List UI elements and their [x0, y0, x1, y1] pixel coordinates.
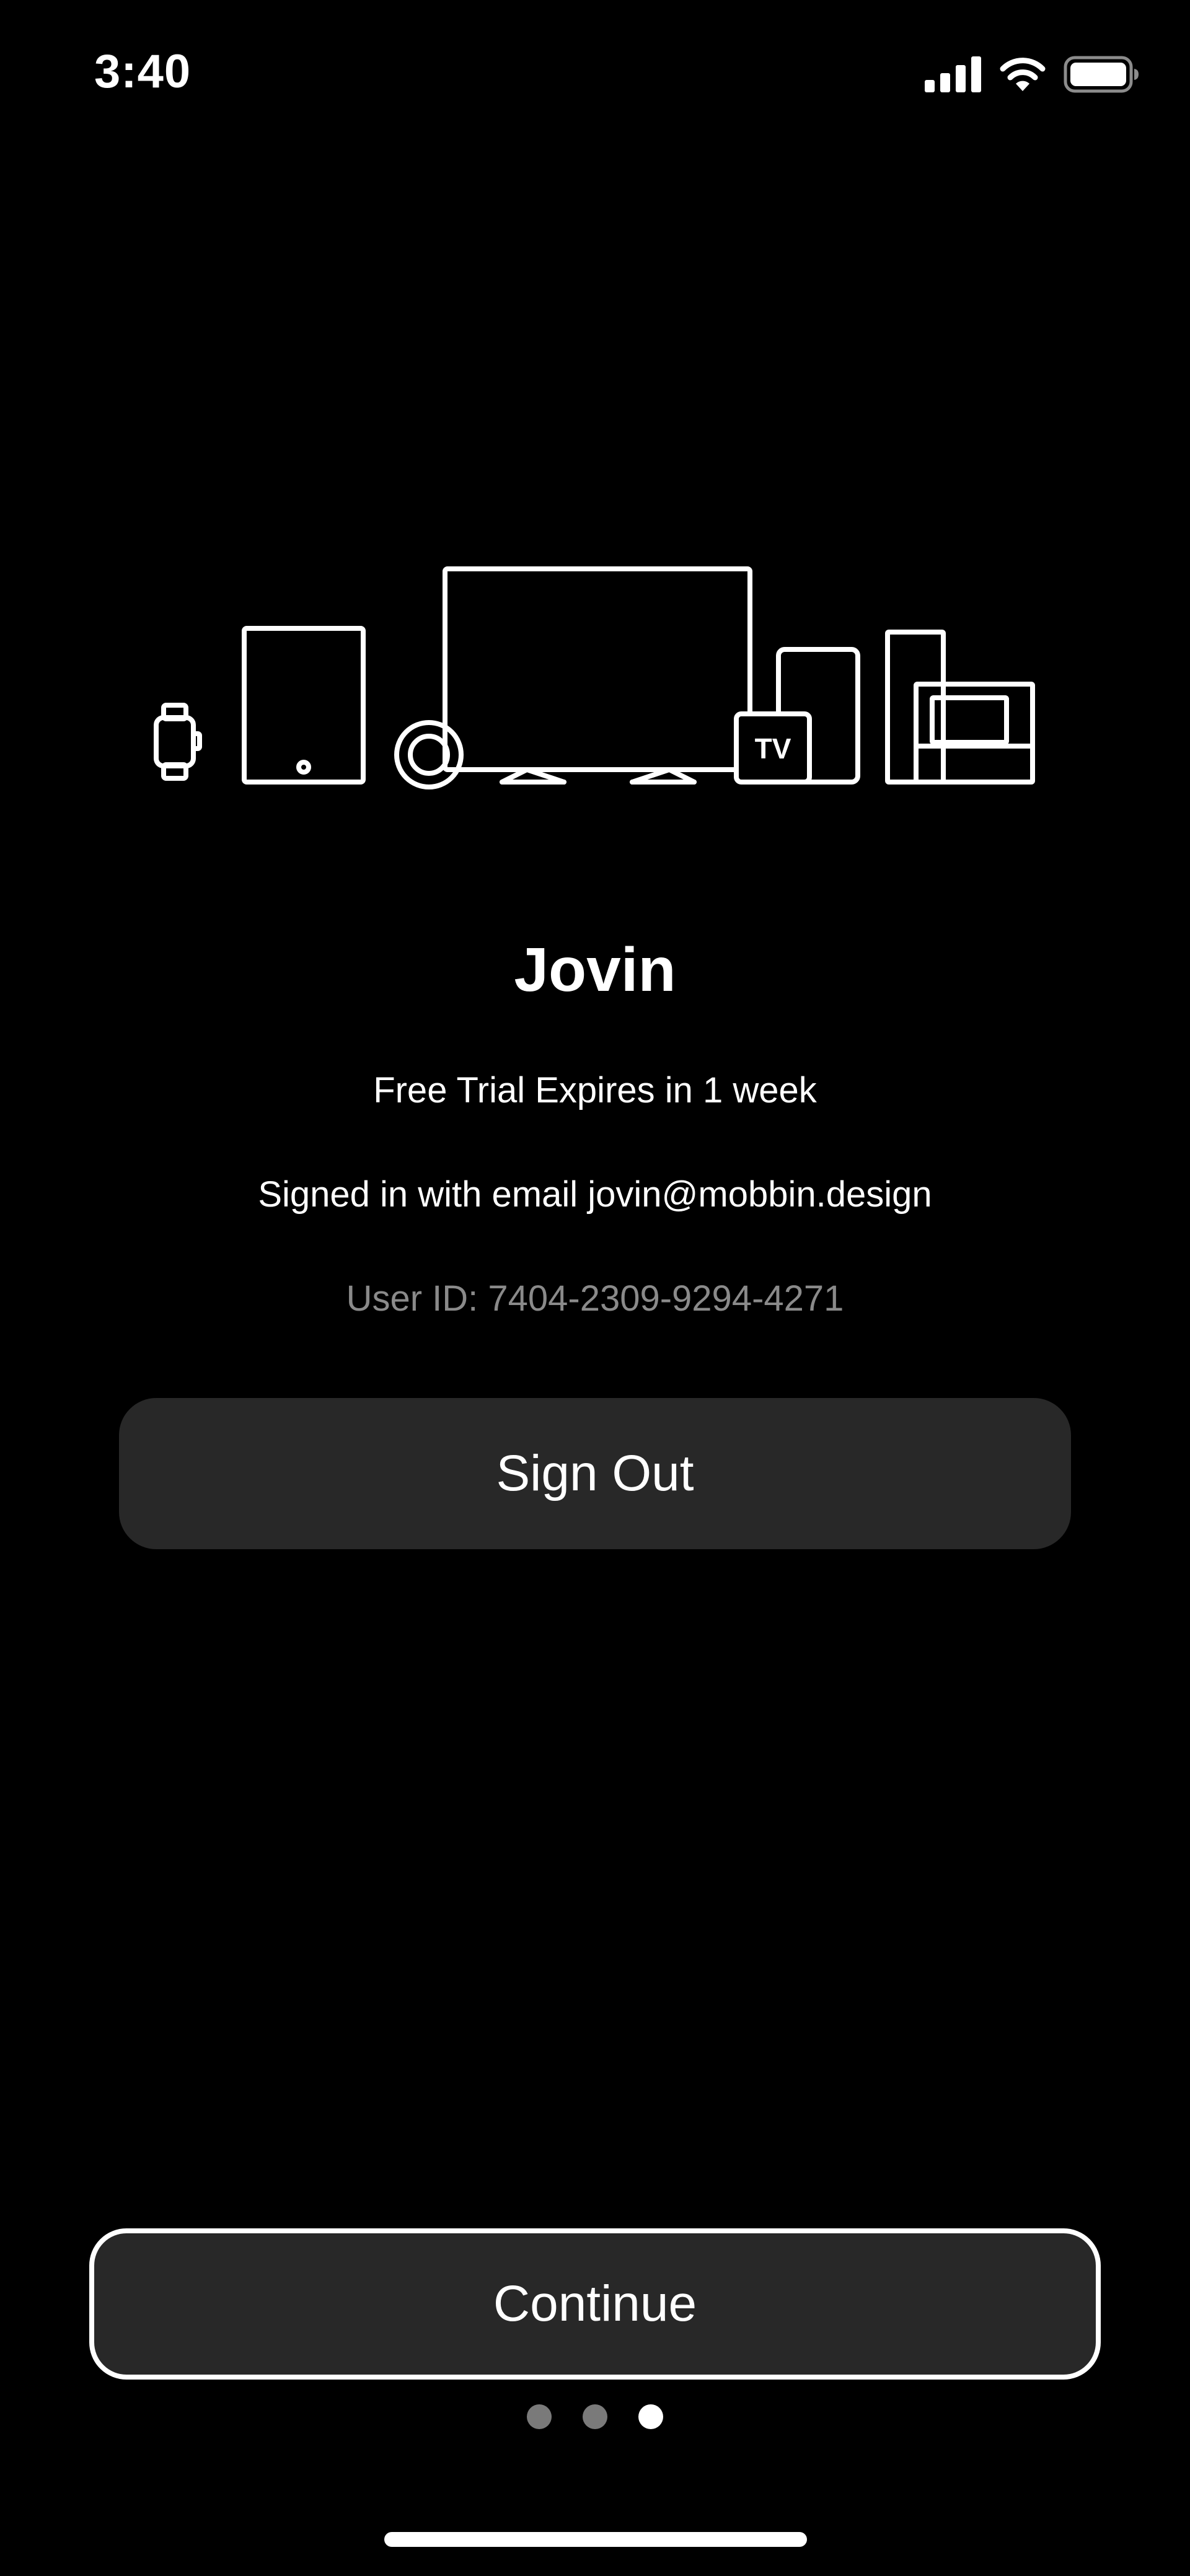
- tablet-icon: [242, 626, 366, 785]
- tv-box-label: TV: [755, 732, 791, 765]
- trial-status-text: Free Trial Expires in 1 week: [373, 1070, 817, 1110]
- page-dot-2[interactable]: [583, 2404, 607, 2429]
- user-id-text: User ID: 7404-2309-9294-4271: [346, 1278, 844, 1319]
- home-indicator[interactable]: [384, 2532, 807, 2547]
- tv-icon: [443, 566, 752, 785]
- account-screen: 3:40 TV Jovin Free Trial Expires in 1 we…: [0, 0, 1190, 2576]
- console-icon: [885, 630, 1035, 785]
- page-dot-3[interactable]: [638, 2404, 663, 2429]
- status-time: 3:40: [94, 45, 192, 98]
- sign-out-button[interactable]: Sign Out: [119, 1398, 1071, 1549]
- speaker-icon: [394, 720, 464, 789]
- wifi-icon: [1000, 58, 1046, 91]
- continue-button[interactable]: Continue: [89, 2228, 1101, 2380]
- devices-illustration: TV: [154, 566, 1035, 789]
- signed-in-email-text: Signed in with email jovin@mobbin.design: [258, 1174, 932, 1215]
- tv-box-icon: TV: [734, 711, 812, 785]
- watch-icon: [154, 703, 202, 781]
- status-icons: [925, 50, 1140, 99]
- battery-icon: [1064, 56, 1139, 93]
- page-indicator: [0, 2404, 1190, 2429]
- profile-name: Jovin: [514, 935, 676, 1004]
- cellular-signal-icon: [925, 56, 981, 92]
- page-dot-1[interactable]: [527, 2404, 552, 2429]
